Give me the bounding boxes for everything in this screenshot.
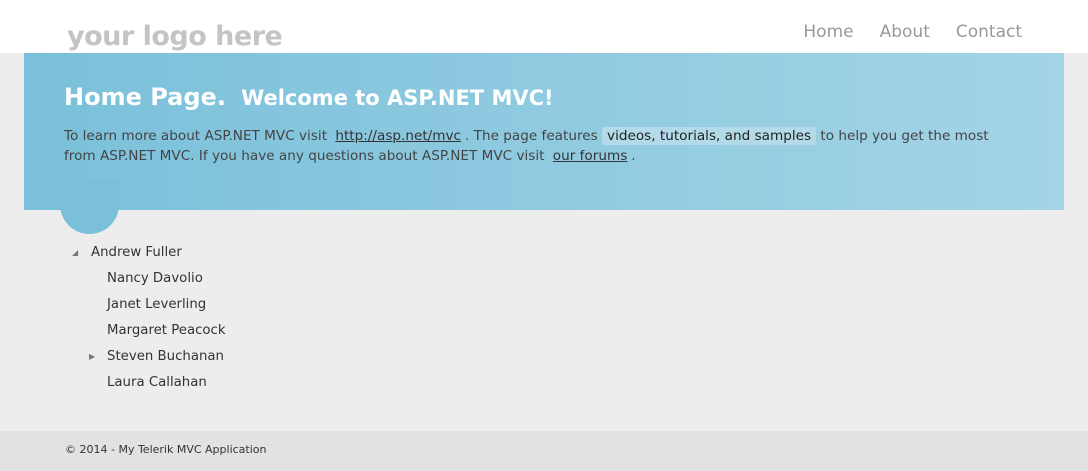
asp-net-mvc-link[interactable]: http://asp.net/mvc [331, 128, 465, 144]
site-header: your logo here Home About Contact [0, 0, 1088, 53]
nav-home-link[interactable]: Home [803, 20, 853, 44]
featured-text-2: . The page features [465, 128, 598, 144]
tree-node-child[interactable]: Steven Buchanan [107, 345, 224, 369]
page-title: Home Page. Welcome to ASP.NET MVC! [64, 79, 554, 113]
tree-node-root[interactable]: Andrew Fuller [91, 241, 182, 265]
site-logo[interactable]: your logo here [67, 20, 283, 54]
featured-banner: Home Page. Welcome to ASP.NET MVC! To le… [24, 53, 1064, 210]
decorative-bubble [60, 180, 119, 234]
tree-node-child[interactable]: Margaret Peacock [107, 319, 226, 343]
nav-about-link[interactable]: About [880, 20, 930, 44]
highlighted-text: videos, tutorials, and samples [602, 127, 817, 145]
featured-text-4: . [631, 148, 636, 164]
tree-node-child[interactable]: Nancy Davolio [107, 267, 203, 291]
page-title-bold: Home Page. [64, 83, 226, 111]
nav-contact-link[interactable]: Contact [956, 20, 1022, 44]
collapse-triangle-icon[interactable]: ◢ [72, 241, 78, 265]
forums-link[interactable]: our forums [549, 148, 631, 164]
tree-node-child[interactable]: Janet Leverling [107, 293, 206, 317]
footer-copyright: © 2014 - My Telerik MVC Application [65, 443, 267, 456]
featured-text-1: To learn more about ASP.NET MVC visit [64, 128, 328, 144]
site-footer: © 2014 - My Telerik MVC Application [0, 431, 1088, 471]
page-subtitle: Welcome to ASP.NET MVC! [241, 86, 554, 110]
tree-node-child[interactable]: Laura Callahan [107, 371, 207, 395]
expand-triangle-icon[interactable]: ▶ [89, 345, 95, 369]
main-nav: Home About Contact [803, 20, 1022, 44]
featured-description: To learn more about ASP.NET MVC visit ht… [64, 126, 1024, 166]
